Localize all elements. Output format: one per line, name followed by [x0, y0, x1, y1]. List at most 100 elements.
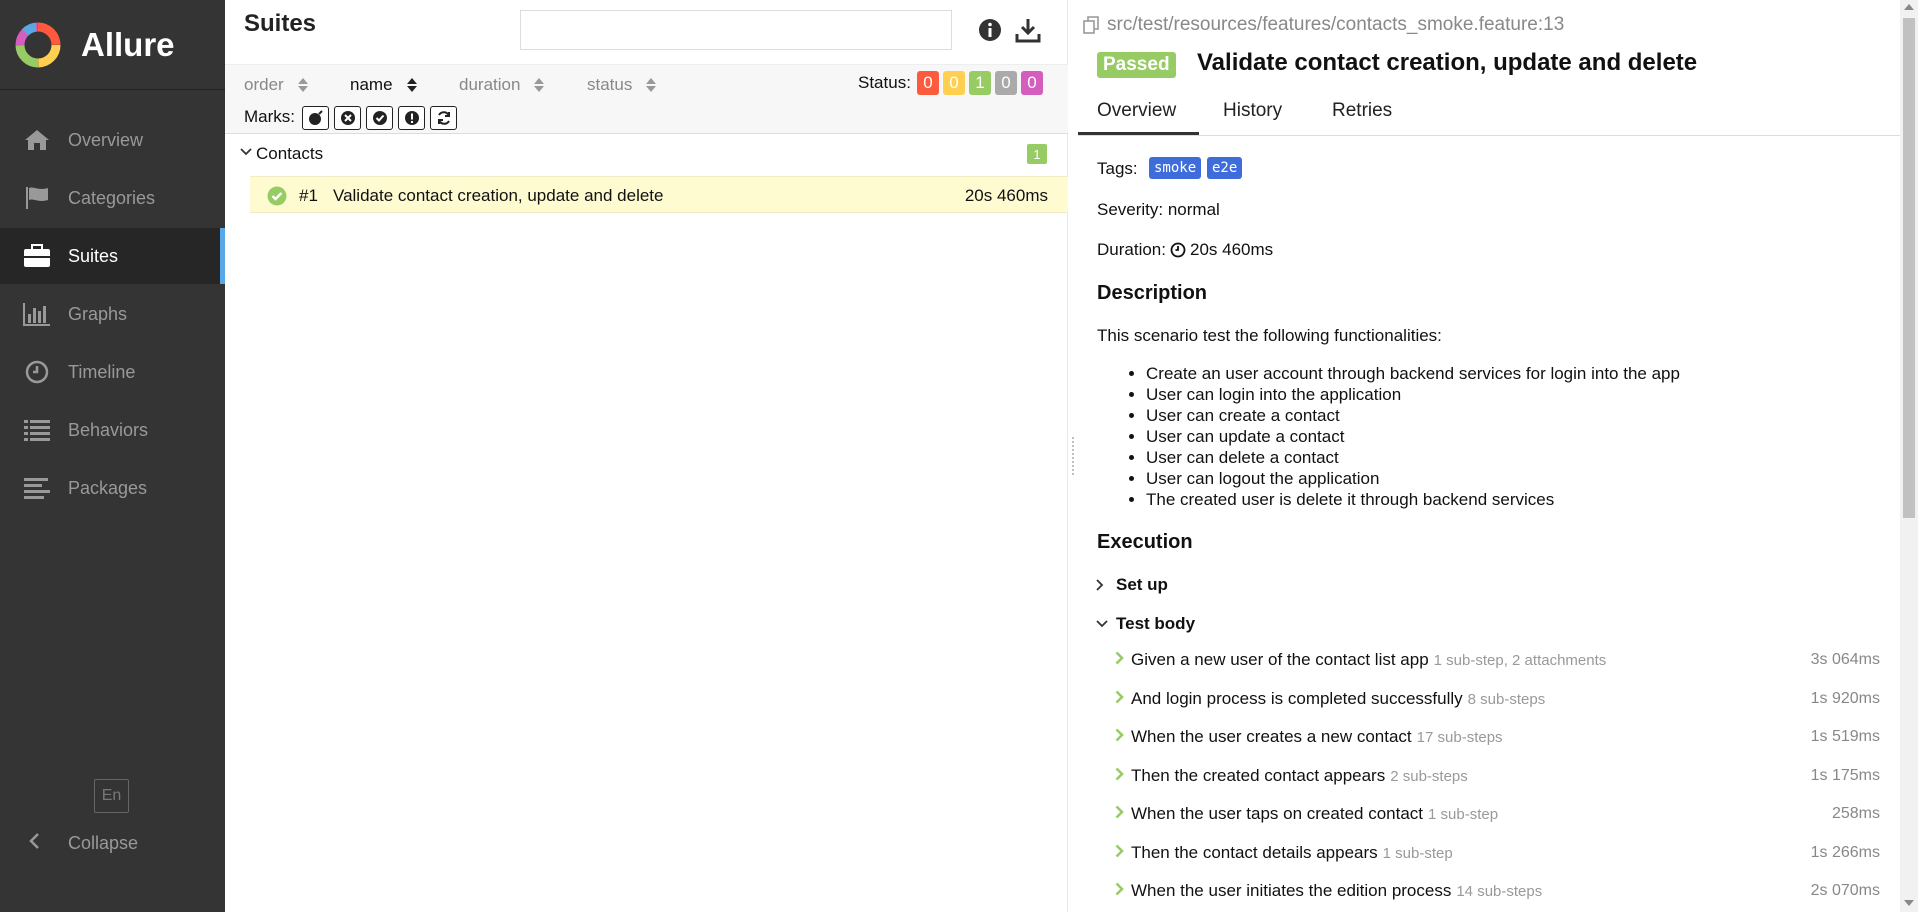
flag-icon: [23, 186, 51, 210]
sort-name[interactable]: name: [350, 75, 417, 95]
pane-splitter[interactable]: [1068, 0, 1078, 912]
list-icon: [23, 419, 51, 441]
clock-icon: [1170, 242, 1186, 258]
step-row[interactable]: Then the created contact appears 2 sub-st…: [1115, 763, 1880, 793]
severity: Severity: normal: [1097, 200, 1220, 219]
copy-icon[interactable]: [1083, 16, 1101, 34]
chevron-right-icon: [1115, 728, 1124, 742]
tab-retries[interactable]: Retries: [1332, 100, 1392, 122]
scroll-up-arrow-icon[interactable]: [1904, 4, 1914, 10]
step-meta: 14 sub-steps: [1456, 883, 1543, 900]
mark-new-failed-button[interactable]: [334, 106, 361, 130]
sort-label: status: [587, 75, 633, 94]
description-list: Create an user account through backend s…: [1146, 363, 1680, 510]
status-filter-failed[interactable]: 0: [917, 71, 939, 95]
suites-panel: Suites order name duration status Status…: [225, 0, 1068, 912]
test-case-row[interactable]: #1 Validate contact creation, update and…: [250, 176, 1068, 213]
suite-group-row[interactable]: Contacts 1: [225, 138, 1068, 170]
times-circle-icon: [340, 111, 355, 125]
status-filter-label: Status:: [858, 73, 911, 92]
test-order: #1: [299, 186, 318, 205]
list-item: Create an user account through backend s…: [1146, 363, 1680, 384]
step-name: Then the contact details appears 1 sub-st…: [1131, 843, 1453, 862]
collapse-button[interactable]: Collapse: [0, 823, 225, 863]
test-body-section-toggle[interactable]: Test body: [1096, 614, 1195, 634]
mark-retries-button[interactable]: [430, 106, 457, 130]
status-filter-unknown[interactable]: 0: [1021, 71, 1043, 95]
info-icon[interactable]: [978, 18, 1002, 42]
sidebar-item-label: Categories: [68, 187, 156, 208]
list-item: User can create a contact: [1146, 405, 1680, 426]
step-duration: 3s 064ms: [1810, 651, 1880, 668]
duration-value: 20s 460ms: [1189, 240, 1274, 259]
sidebar-item-label: Behaviors: [68, 419, 149, 440]
status-filter-skipped[interactable]: 0: [995, 71, 1017, 95]
chevron-down-icon: [1096, 620, 1110, 628]
status-filter-broken[interactable]: 0: [943, 71, 965, 95]
tags-label: Tags:: [1097, 159, 1138, 178]
mark-flaky-button[interactable]: [302, 106, 329, 130]
step-duration: 1s 175ms: [1810, 767, 1880, 784]
sort-duration[interactable]: duration: [459, 75, 545, 95]
collapse-label: Collapse: [68, 832, 139, 853]
search-input[interactable]: [520, 10, 952, 50]
suites-toolbar: order name duration status Status: 0 0 1…: [225, 64, 1068, 134]
step-row[interactable]: Then the contact details appears 1 sub-st…: [1115, 840, 1880, 870]
sidebar-item-suites[interactable]: Suites: [0, 228, 225, 284]
tab-history[interactable]: History: [1223, 100, 1282, 122]
test-title: Validate contact creation, update and de…: [1197, 49, 1698, 76]
chevron-right-icon: [1115, 651, 1124, 665]
setup-label: Set up: [1116, 575, 1168, 594]
sidebar-item-behaviors[interactable]: Behaviors: [0, 402, 225, 458]
sidebar-item-graphs[interactable]: Graphs: [0, 286, 225, 342]
tab-overview[interactable]: Overview: [1097, 100, 1176, 122]
sort-arrows-icon: [297, 78, 308, 92]
sidebar-item-packages[interactable]: Packages: [0, 460, 225, 516]
page-title: Suites: [244, 10, 317, 37]
sort-arrows-icon: [646, 78, 657, 92]
step-duration: 1s 266ms: [1810, 844, 1880, 861]
step-name: When the user creates a new contact 17 su…: [1131, 727, 1503, 746]
step-duration: 258ms: [1831, 805, 1880, 822]
language-button[interactable]: En: [94, 779, 129, 813]
step-meta: 8 sub-steps: [1467, 691, 1546, 708]
execution-heading: Execution: [1097, 531, 1193, 553]
sidebar-item-overview[interactable]: Overview: [0, 112, 225, 168]
sidebar-item-categories[interactable]: Categories: [0, 170, 225, 226]
sort-order[interactable]: order: [244, 75, 308, 95]
step-row[interactable]: When the user initiates the edition proc…: [1115, 878, 1880, 908]
setup-section-toggle[interactable]: Set up: [1096, 575, 1168, 595]
status-filter-passed[interactable]: 1: [969, 71, 991, 95]
chevron-right-icon: [1096, 579, 1110, 591]
home-icon: [23, 129, 51, 151]
list-item: User can logout the application: [1146, 468, 1680, 489]
list-item: User can login into the application: [1146, 384, 1680, 405]
brand[interactable]: Allure: [0, 0, 225, 90]
scroll-down-arrow-icon[interactable]: [1904, 900, 1914, 906]
check-circle-icon: [267, 186, 287, 206]
step-row[interactable]: Given a new user of the contact list app…: [1115, 647, 1880, 677]
sidebar-item-label: Suites: [68, 245, 119, 266]
step-meta: 17 sub-steps: [1416, 729, 1503, 746]
step-name: Given a new user of the contact list app…: [1131, 650, 1607, 669]
sidebar: Allure Overview Categories Suites Graphs…: [0, 0, 225, 912]
scrollbar[interactable]: [1900, 0, 1918, 912]
step-row[interactable]: When the user taps on created contact 1 s…: [1115, 801, 1880, 831]
download-icon[interactable]: [1015, 17, 1041, 43]
suite-group-name: Contacts: [256, 144, 324, 163]
exclamation-circle-icon: [404, 111, 419, 125]
scrollbar-thumb[interactable]: [1903, 18, 1915, 518]
mark-new-broken-button[interactable]: [398, 106, 425, 130]
refresh-icon: [437, 111, 450, 125]
list-item: User can update a contact: [1146, 426, 1680, 447]
sidebar-item-label: Graphs: [68, 303, 128, 324]
step-meta: 2 sub-steps: [1390, 768, 1468, 785]
file-path-text: src/test/resources/features/contacts_smo…: [1107, 14, 1565, 35]
sort-status[interactable]: status: [587, 75, 657, 95]
step-row[interactable]: And login process is completed successfu…: [1115, 686, 1880, 716]
chevron-right-icon: [1115, 844, 1124, 858]
sidebar-item-timeline[interactable]: Timeline: [0, 344, 225, 400]
test-duration: 20s 460ms: [964, 186, 1048, 205]
mark-new-passed-button[interactable]: [366, 106, 393, 130]
step-row[interactable]: When the user creates a new contact 17 su…: [1115, 724, 1880, 754]
